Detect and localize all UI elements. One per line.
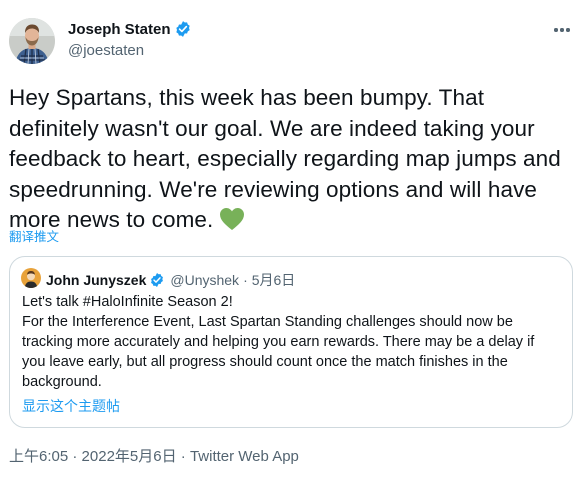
quoted-text-line: For the Interference Event, Last Spartan… [22, 314, 513, 330]
quoted-author-avatar-image [21, 268, 41, 288]
tweet-source[interactable]: Twitter Web App [190, 448, 299, 465]
tweet-meta: 上午6:05 · 2022年5月6日 · Twitter Web App [9, 445, 299, 466]
quoted-separator: · [243, 272, 248, 288]
quoted-tweet-text: Let's talk #HaloInfinite Season 2! For t… [22, 292, 562, 392]
author-name-row: Joseph Staten [68, 20, 192, 38]
quoted-text-line: tracking more accurately and helping you… [22, 334, 535, 350]
quoted-handle: @Unyshek [170, 272, 240, 288]
author-avatar[interactable] [9, 18, 55, 64]
quoted-text-line: Let's talk #HaloInfinite Season 2! [22, 294, 233, 310]
quoted-tweet-card[interactable]: John Junyszek @Unyshek · 5月6日 Let's talk… [9, 256, 573, 428]
verified-badge-icon [174, 20, 192, 38]
green-heart-emoji [219, 207, 245, 240]
author-handle[interactable]: @joestaten [68, 42, 144, 59]
more-options-button[interactable] [548, 20, 576, 40]
quoted-text-line: background. [22, 374, 102, 390]
tweet-date[interactable]: 2022年5月6日 [82, 448, 177, 465]
more-options-dot [560, 28, 564, 32]
quoted-date: 5月6日 [251, 272, 296, 288]
quoted-verified-badge-icon [149, 272, 165, 288]
more-options-icon [554, 28, 558, 32]
tweet-text: Hey Spartans, this week has been bumpy. … [9, 83, 579, 240]
more-options-dot [566, 28, 570, 32]
meta-separator: · [68, 448, 82, 465]
quoted-text-line: you leave early, but all progress should… [22, 354, 508, 370]
author-display-name[interactable]: Joseph Staten [68, 21, 171, 38]
quoted-tweet-header: John Junyszek @Unyshek · 5月6日 [46, 270, 295, 290]
tweet-time[interactable]: 上午6:05 [9, 448, 68, 465]
meta-separator: · [176, 448, 190, 465]
tweet-text-content: Hey Spartans, this week has been bumpy. … [9, 85, 561, 232]
quoted-author-avatar[interactable] [21, 268, 41, 288]
show-thread-link[interactable]: 显示这个主题帖 [22, 396, 120, 416]
quoted-display-name: John Junyszek [46, 272, 147, 288]
author-avatar-image [9, 18, 55, 64]
translate-tweet-link[interactable]: 翻译推文 [9, 226, 59, 245]
